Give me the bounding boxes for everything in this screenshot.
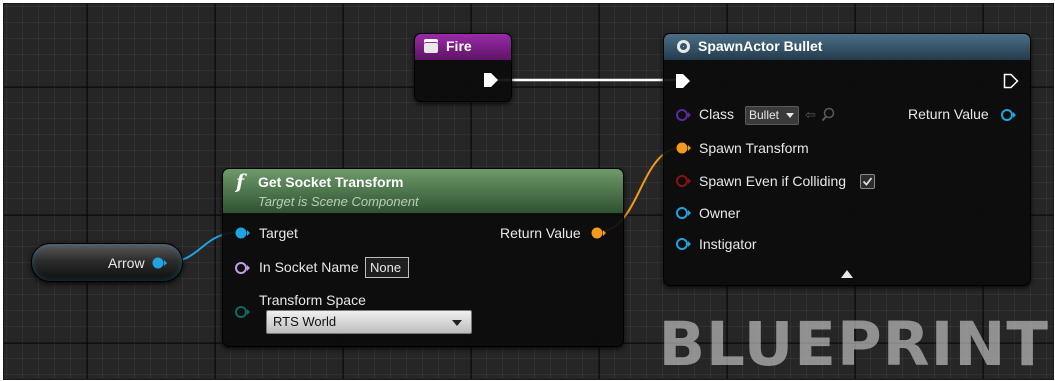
class-input-pin[interactable] [676,108,692,122]
class-label: Class [699,106,735,122]
socket-name-input-pin[interactable] [235,261,251,275]
transform-space-label: Transform Space [259,292,366,308]
spawn-actor-header: SpawnActor Bullet [664,34,1030,60]
transform-space-dropdown[interactable]: RTS World [266,310,472,334]
socket-name-value: None [370,260,402,275]
spawn-transform-input-pin[interactable] [676,141,692,155]
chevron-down-icon [786,113,794,118]
arrow-variable-label: Arrow [108,255,145,271]
class-dropdown-value: Bullet [749,108,780,122]
instigator-input-pin[interactable] [676,237,692,251]
event-icon [424,39,438,53]
spawn-actor-node[interactable]: SpawnActor Bullet Class Bullet ⇦ Return … [663,33,1031,286]
fire-node-header: Fire [415,34,511,60]
spawn-transform-label: Spawn Transform [699,140,809,156]
transform-space-input-pin[interactable] [235,305,251,319]
exec-input-pin[interactable] [675,73,691,89]
owner-input-pin[interactable] [676,206,692,220]
return-value-label: Return Value [908,106,989,122]
checkmark-icon [862,177,873,186]
blueprint-graph-canvas[interactable]: Fire SpawnActor Bullet Class Bullet ⇦ Re… [0,0,1055,381]
fire-node-title: Fire [446,38,472,54]
spawn-colliding-checkbox[interactable] [860,174,875,189]
return-value-output-pin[interactable] [591,226,607,240]
owner-label: Owner [699,205,741,221]
chevron-down-icon [452,320,462,326]
class-dropdown[interactable]: Bullet [745,106,799,125]
return-value-label: Return Value [500,225,581,241]
get-socket-transform-header: f Get Socket Transform Target is Scene C… [223,169,623,213]
target-input-pin[interactable] [235,226,251,240]
get-socket-transform-title: Get Socket Transform [258,174,404,190]
exec-output-pin[interactable] [483,72,499,88]
browse-search-icon[interactable] [821,107,837,123]
function-icon: f [236,171,245,193]
spawn-colliding-input-pin[interactable] [676,174,692,188]
spawn-colliding-label: Spawn Even if Colliding [699,173,847,189]
return-value-output-pin[interactable] [1001,108,1017,122]
get-socket-transform-subtitle: Target is Scene Component [258,194,419,209]
instigator-label: Instigator [699,236,757,252]
spawn-actor-title: SpawnActor Bullet [698,38,823,54]
socket-name-label: In Socket Name [259,259,359,275]
expand-advanced-pins-button[interactable] [841,270,853,278]
arrow-output-pin[interactable] [152,256,168,270]
exec-output-pin[interactable] [1003,73,1019,89]
get-socket-transform-node[interactable]: f Get Socket Transform Target is Scene C… [222,168,624,347]
fire-event-node[interactable]: Fire [414,33,512,102]
use-selected-arrow-icon[interactable]: ⇦ [805,107,816,123]
arrow-variable-node[interactable]: Arrow [31,243,183,282]
blueprint-watermark: BLUEPRINT [658,309,1049,380]
target-label: Target [259,225,298,241]
socket-name-field[interactable]: None [365,257,409,278]
wrench-gear-icon [677,40,690,53]
transform-space-value: RTS World [273,314,337,329]
